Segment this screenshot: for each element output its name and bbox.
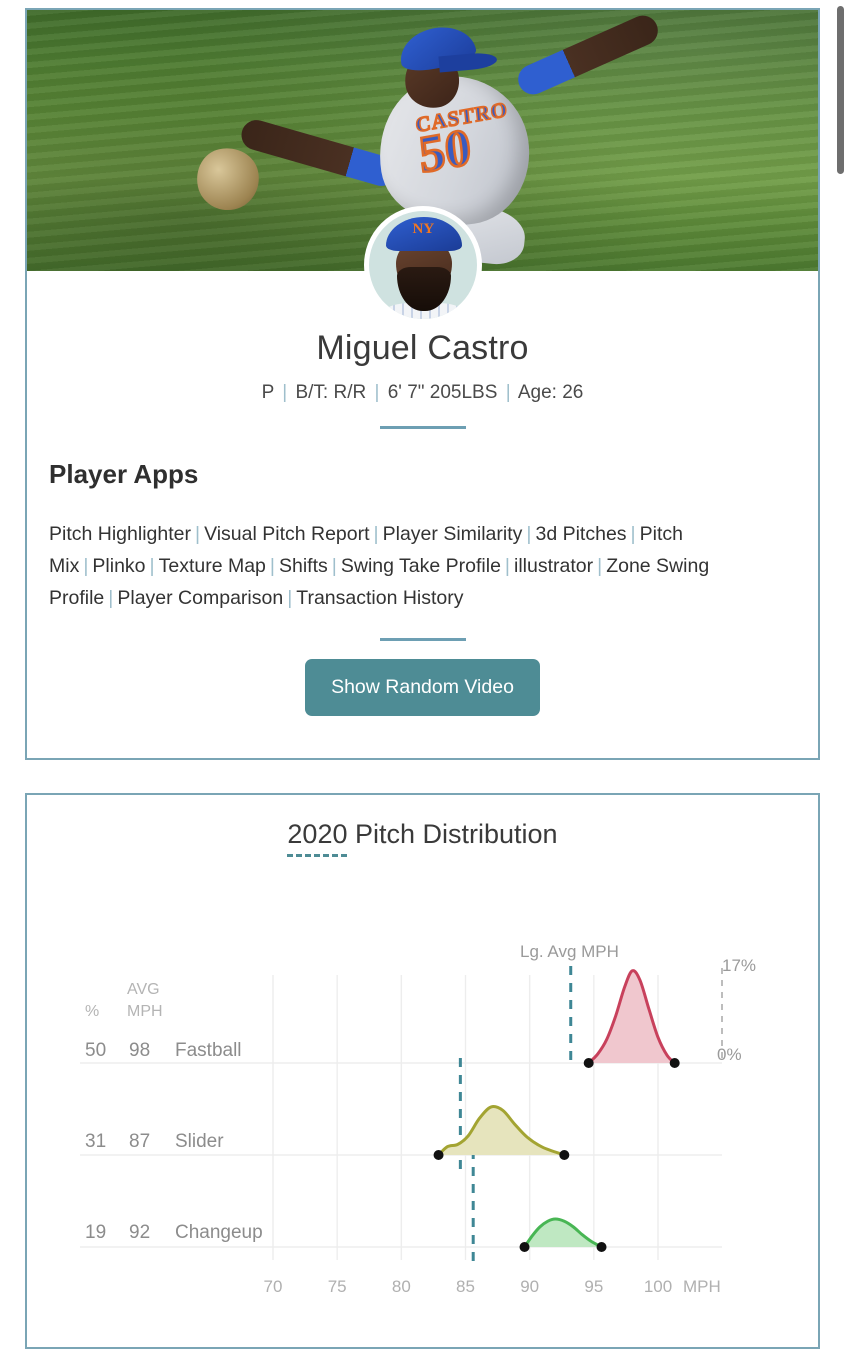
scrollbar-thumb[interactable] <box>837 6 844 174</box>
app-link-separator: | <box>630 523 636 545</box>
chart-title-text: Pitch Distribution <box>347 819 558 849</box>
app-link-pitch-highlighter[interactable]: Pitch Highlighter <box>49 523 191 545</box>
percent-axis-min-label: 0% <box>717 1045 742 1064</box>
app-link-separator: | <box>373 523 379 545</box>
random-video-wrap: Show Random Video <box>49 638 796 716</box>
app-link-transaction-history[interactable]: Transaction History <box>296 587 463 609</box>
pitch-name-fastball: Fastball <box>175 1040 242 1061</box>
app-link-separator: | <box>83 555 89 577</box>
app-link-swing-take-profile[interactable]: Swing Take Profile <box>341 555 501 577</box>
app-link-separator: | <box>108 587 114 609</box>
pitch-name-changeup: Changeup <box>175 1222 263 1243</box>
app-link-shifts[interactable]: Shifts <box>279 555 328 577</box>
app-link-texture-map[interactable]: Texture Map <box>159 555 266 577</box>
pitch-usage-percent-fastball: 50 <box>85 1040 107 1061</box>
pitch-name-slider: Slider <box>175 1131 224 1152</box>
team-logo-icon: NY <box>412 221 435 237</box>
chart-title: 2020 Pitch Distribution <box>27 795 818 857</box>
pitch-usage-percent-slider: 31 <box>85 1131 107 1152</box>
meta-separator: | <box>282 382 288 403</box>
pitch-usage-percent-changeup: 19 <box>85 1222 107 1243</box>
player-name: Miguel Castro <box>316 329 529 367</box>
player-meta: P | B/T: R/R | 6' 7" 205LBS | Age: 26 <box>27 382 818 404</box>
player-bats-throws: B/T: R/R <box>295 382 367 403</box>
app-link-separator: | <box>287 587 293 609</box>
player-age: Age: 26 <box>517 382 584 403</box>
app-link-3d-pitches[interactable]: 3d Pitches <box>535 523 626 545</box>
app-link-visual-pitch-report[interactable]: Visual Pitch Report <box>204 523 369 545</box>
app-link-separator: | <box>194 523 201 545</box>
player-apps-links: Pitch Highlighter | Visual Pitch Report | Pl… <box>49 518 796 614</box>
app-link-separator: | <box>526 523 532 545</box>
chart-year-selector[interactable]: 2020 <box>287 819 348 857</box>
pitcher-throwing-arm <box>513 10 663 100</box>
x-tick-90: 90 <box>520 1277 540 1296</box>
apps-divider <box>379 638 466 641</box>
player-position: P <box>261 382 274 403</box>
baseball-glove-icon <box>191 142 265 216</box>
column-header-avg: AVG <box>127 981 160 998</box>
x-tick-80: 80 <box>391 1277 411 1296</box>
pitch-distribution-card: 2020 Pitch Distribution <box>25 793 820 1349</box>
app-link-player-similarity[interactable]: Player Similarity <box>383 523 523 545</box>
meta-separator: | <box>374 382 380 403</box>
pitch-avg-mph-slider: 87 <box>129 1131 151 1152</box>
pitch-avg-mph-fastball: 98 <box>129 1040 151 1061</box>
app-link-illustrator[interactable]: illustrator <box>514 555 593 577</box>
app-link-separator: | <box>149 555 155 577</box>
pitcher-glove-arm <box>237 116 401 190</box>
jersey-number: 50 <box>415 117 475 185</box>
app-link-separator: | <box>597 555 603 577</box>
column-header-mph: MPH <box>127 1003 163 1020</box>
x-tick-95: 95 <box>584 1277 604 1296</box>
app-link-player-comparison[interactable]: Player Comparison <box>117 587 283 609</box>
player-card: CASTRO 50 NY Miguel Castro P | B/T: R/R … <box>25 8 820 760</box>
x-tick-85: 85 <box>456 1277 475 1296</box>
percent-axis-max-label: 17% <box>722 956 757 975</box>
x-tick-100: 100 <box>643 1277 673 1296</box>
app-link-separator: | <box>504 555 510 577</box>
player-height-weight: 6' 7" 205LBS <box>387 382 498 403</box>
column-header-percent: % <box>85 1003 100 1020</box>
x-axis-unit-label: MPH <box>683 1277 721 1296</box>
app-link-plinko[interactable]: Plinko <box>92 555 145 577</box>
page-scrollbar[interactable] <box>834 0 846 1367</box>
player-apps-section: Player Apps Pitch Highlighter | Visual Pit… <box>27 429 818 716</box>
app-link-separator: | <box>269 555 275 577</box>
x-tick-70: 70 <box>263 1277 283 1296</box>
player-apps-title: Player Apps <box>49 459 199 489</box>
page-root: CASTRO 50 NY Miguel Castro P | B/T: R/R … <box>0 0 850 1367</box>
meta-separator: | <box>505 382 511 403</box>
pitch-avg-mph-changeup: 92 <box>129 1222 151 1243</box>
x-tick-75: 75 <box>327 1277 347 1296</box>
app-link-separator: | <box>331 555 337 577</box>
league-average-label: Lg. Avg MPH <box>520 942 619 961</box>
show-random-video-button[interactable]: Show Random Video <box>305 659 540 716</box>
player-avatar: NY <box>363 206 482 324</box>
